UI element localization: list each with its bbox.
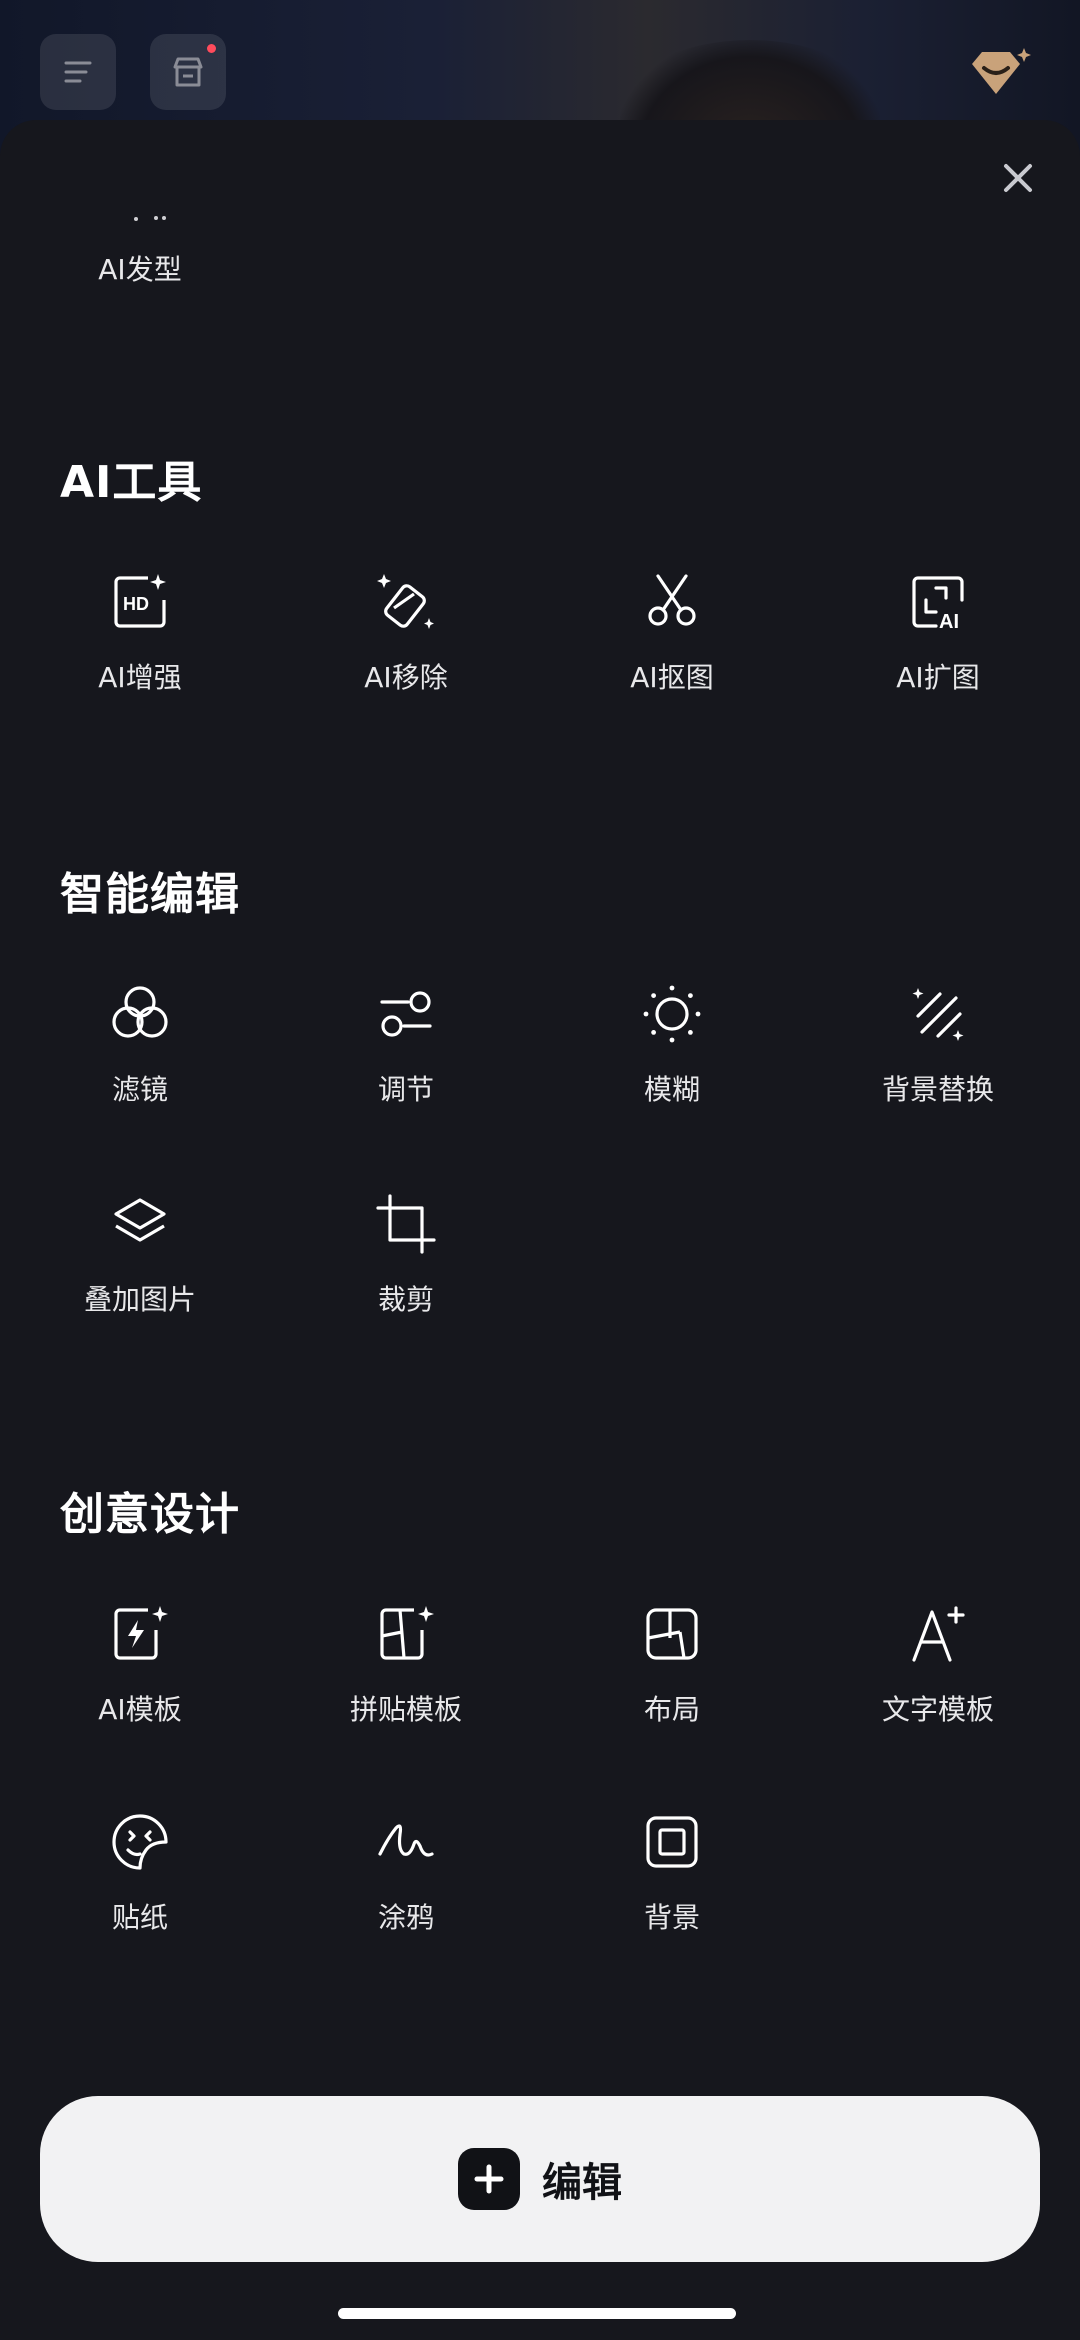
tool-blur[interactable]: 模糊 <box>562 982 782 1108</box>
partial-icon-fragment <box>134 216 166 221</box>
sticker-icon <box>112 1814 168 1870</box>
background-frame-icon <box>646 1816 698 1868</box>
premium-crown-icon[interactable] <box>968 44 1032 100</box>
tool-label: AI模板 <box>98 1693 182 1726</box>
edit-button-label: 编辑 <box>542 2160 622 2206</box>
tool-label: 背景替换 <box>881 1073 994 1106</box>
hd-sparkle-icon: HD <box>114 574 166 628</box>
eraser-sparkle-icon <box>377 574 434 629</box>
plus-icon <box>474 2164 504 2194</box>
close-button[interactable] <box>996 156 1040 200</box>
ai-template-icon <box>114 1606 168 1660</box>
tool-ai-remove[interactable]: AI移除 <box>296 570 516 696</box>
tool-label: 涂鸦 <box>377 1901 434 1934</box>
section-title-smart-edit: 智能编辑 <box>60 869 240 920</box>
tool-label: AI抠图 <box>630 661 714 694</box>
tool-label: 模糊 <box>643 1073 700 1106</box>
svg-text:HD: HD <box>123 594 149 614</box>
tool-crop[interactable]: 裁剪 <box>296 1192 516 1318</box>
store-icon <box>173 57 203 87</box>
tool-collage-template[interactable]: 拼贴模板 <box>296 1602 516 1728</box>
edit-button[interactable]: 编辑 <box>40 2096 1040 2262</box>
adjust-sliders-icon <box>380 991 432 1037</box>
tool-doodle[interactable]: 涂鸦 <box>296 1810 516 1936</box>
layout-icon <box>646 1608 698 1660</box>
tool-label: 布局 <box>643 1693 700 1726</box>
plus-badge <box>458 2148 520 2210</box>
tool-label: 拼贴模板 <box>349 1693 462 1726</box>
tool-sticker[interactable]: 贴纸 <box>30 1810 250 1936</box>
tool-filter[interactable]: 滤镜 <box>30 982 250 1108</box>
tool-label: 叠加图片 <box>83 1283 196 1316</box>
home-indicator[interactable] <box>338 2308 736 2319</box>
tool-text-template[interactable]: 文字模板 <box>828 1602 1048 1728</box>
tool-label: 文字模板 <box>881 1693 994 1726</box>
section-title-creative-design: 创意设计 <box>60 1489 240 1540</box>
scissors-icon <box>648 574 696 626</box>
doodle-icon <box>378 1824 434 1857</box>
tool-layout[interactable]: 布局 <box>562 1602 782 1728</box>
menu-icon <box>64 61 92 83</box>
store-button[interactable] <box>150 34 226 110</box>
tool-ai-expand[interactable]: AI AI扩图 <box>828 570 1048 696</box>
collage-template-icon <box>380 1606 434 1660</box>
filter-circles-icon <box>112 986 168 1038</box>
blur-sun-icon <box>643 985 701 1043</box>
menu-button[interactable] <box>40 34 116 110</box>
tool-label: AI扩图 <box>896 661 980 694</box>
tool-label: 调节 <box>377 1073 434 1106</box>
tool-adjust[interactable]: 调节 <box>296 982 516 1108</box>
tool-ai-hairstyle[interactable]: AI发型 <box>60 248 220 288</box>
section-title-ai-tools: AI工具 <box>60 457 203 508</box>
expand-ai-icon: AI <box>912 576 964 633</box>
close-icon <box>1004 164 1032 192</box>
crop-icon <box>376 1194 436 1254</box>
layers-icon <box>114 1198 166 1242</box>
tool-background-replace[interactable]: 背景替换 <box>828 982 1048 1108</box>
tool-label: AI移除 <box>364 661 448 694</box>
tool-overlay-image[interactable]: 叠加图片 <box>30 1192 250 1318</box>
tool-label: 滤镜 <box>111 1073 168 1106</box>
tool-ai-cutout[interactable]: AI抠图 <box>562 570 782 696</box>
tool-background[interactable]: 背景 <box>562 1810 782 1936</box>
notification-dot <box>207 44 216 53</box>
tool-label: 背景 <box>643 1901 700 1934</box>
tool-label: 裁剪 <box>377 1283 434 1316</box>
tool-label: AI增强 <box>98 661 182 694</box>
svg-text:AI: AI <box>939 611 959 633</box>
background-replace-icon <box>912 988 964 1041</box>
tool-label: 贴纸 <box>111 1901 168 1934</box>
text-template-icon <box>912 1606 965 1662</box>
tool-ai-template[interactable]: AI模板 <box>30 1602 250 1728</box>
tool-ai-enhance[interactable]: HD AI增强 <box>30 570 250 696</box>
